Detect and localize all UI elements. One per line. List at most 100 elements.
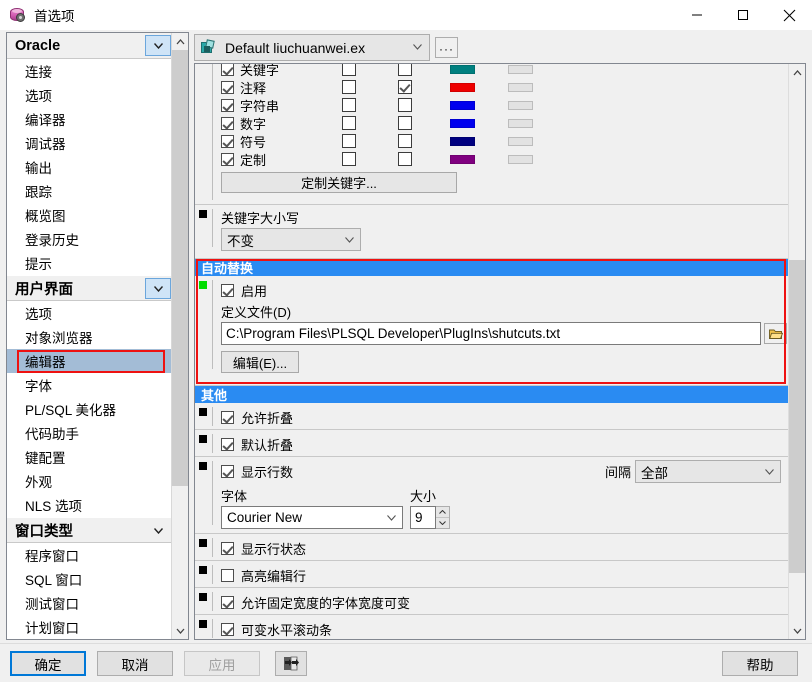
tree-group-chevron-down-icon[interactable] bbox=[145, 520, 171, 541]
syntax-enabled-checkbox[interactable] bbox=[221, 116, 234, 130]
other-option-checkbox[interactable] bbox=[221, 623, 234, 636]
syntax-background-swatch[interactable] bbox=[507, 136, 533, 146]
syntax-label: 关键字 bbox=[240, 63, 280, 78]
stepper-down-icon[interactable] bbox=[436, 518, 449, 528]
sidebar-item-label: 键配置 bbox=[25, 451, 66, 466]
help-button[interactable]: 帮助 bbox=[722, 651, 798, 676]
font-select[interactable]: Courier New bbox=[221, 506, 403, 529]
stepper-up-icon[interactable] bbox=[436, 507, 449, 518]
sidebar-item-3[interactable]: 编辑器 bbox=[7, 349, 173, 373]
syntax-enabled-checkbox[interactable] bbox=[221, 64, 234, 76]
cancel-button[interactable]: 取消 bbox=[97, 651, 173, 676]
tree-scroll-thumb[interactable] bbox=[172, 50, 188, 486]
size-input[interactable]: 9 bbox=[410, 506, 436, 529]
sidebar-item-5[interactable]: PL/SQL 美化器 bbox=[7, 397, 173, 421]
sidebar-item-3[interactable]: 测试窗口 bbox=[7, 591, 173, 615]
syntax-bold-checkbox[interactable] bbox=[342, 98, 356, 112]
syntax-italic-checkbox[interactable] bbox=[398, 152, 412, 166]
other-option-checkbox[interactable] bbox=[221, 411, 234, 424]
syntax-foreground-swatch[interactable] bbox=[449, 118, 475, 128]
syntax-foreground-swatch[interactable] bbox=[449, 82, 475, 92]
sidebar-item-1[interactable]: 连接 bbox=[7, 59, 173, 83]
sidebar-item-8[interactable]: 外观 bbox=[7, 469, 173, 493]
options-scroll-down-icon[interactable] bbox=[789, 622, 805, 639]
profile-combobox[interactable]: Default liuchuanwei.ex bbox=[194, 34, 430, 61]
syntax-italic-checkbox[interactable] bbox=[398, 64, 412, 76]
syntax-italic-checkbox[interactable] bbox=[398, 98, 412, 112]
sidebar-item-2[interactable]: 对象浏览器 bbox=[7, 325, 173, 349]
tree-group-chevron-down-icon[interactable] bbox=[145, 35, 171, 56]
other-option-checkbox[interactable] bbox=[221, 569, 234, 582]
syntax-background-swatch[interactable] bbox=[507, 154, 533, 164]
syntax-background-swatch[interactable] bbox=[507, 64, 533, 74]
syntax-bold-checkbox[interactable] bbox=[342, 134, 356, 148]
sidebar-item-9[interactable]: NLS 选项 bbox=[7, 493, 173, 517]
edit-definition-button[interactable]: 编辑(E)... bbox=[221, 351, 299, 373]
other-option-checkbox[interactable] bbox=[221, 542, 234, 555]
sidebar-item-label: 连接 bbox=[25, 65, 52, 80]
profile-more-button[interactable]: ··· bbox=[435, 37, 458, 58]
syntax-enabled-checkbox[interactable] bbox=[221, 98, 234, 112]
other-option-checkbox[interactable] bbox=[221, 596, 234, 609]
tree-group-chevron-down-icon[interactable] bbox=[145, 278, 171, 299]
sidebar-item-2[interactable]: SQL 窗口 bbox=[7, 567, 173, 591]
sidebar-item-8[interactable]: 登录历史 bbox=[7, 227, 173, 251]
browse-file-button[interactable] bbox=[764, 323, 787, 344]
sidebar-item-4[interactable]: 字体 bbox=[7, 373, 173, 397]
options-scrollbar[interactable] bbox=[788, 64, 805, 639]
syntax-foreground-swatch[interactable] bbox=[449, 154, 475, 164]
syntax-enabled-checkbox[interactable] bbox=[221, 152, 234, 166]
syntax-background-swatch[interactable] bbox=[507, 100, 533, 110]
syntax-enabled-checkbox[interactable] bbox=[221, 134, 234, 148]
syntax-bold-checkbox[interactable] bbox=[342, 152, 356, 166]
options-scroll-up-icon[interactable] bbox=[789, 64, 805, 81]
import-export-button[interactable] bbox=[275, 651, 307, 676]
syntax-foreground-swatch[interactable] bbox=[449, 64, 475, 74]
sidebar-item-6[interactable]: 代码助手 bbox=[7, 421, 173, 445]
syntax-bold-checkbox[interactable] bbox=[342, 64, 356, 76]
sidebar-item-3[interactable]: 编译器 bbox=[7, 107, 173, 131]
sidebar-item-9[interactable]: 提示 bbox=[7, 251, 173, 275]
sidebar-item-5[interactable]: 输出 bbox=[7, 155, 173, 179]
minimize-button[interactable] bbox=[674, 0, 720, 30]
tree-group-header[interactable]: 窗口类型 bbox=[7, 517, 173, 543]
custom-keywords-button[interactable]: 定制关键字... bbox=[221, 172, 457, 193]
sidebar-item-7[interactable]: 键配置 bbox=[7, 445, 173, 469]
syntax-bold-checkbox[interactable] bbox=[342, 80, 356, 94]
keyword-case-select[interactable]: 不变 bbox=[221, 228, 361, 251]
sidebar-item-6[interactable]: 跟踪 bbox=[7, 179, 173, 203]
syntax-enabled-checkbox[interactable] bbox=[221, 80, 234, 94]
apply-button[interactable]: 应用 bbox=[184, 651, 260, 676]
preferences-tree[interactable]: Oracle 连接 选项 编译器 调试器 输出 跟踪 概览图 登录历史 提示 用户界面 选项 对象浏览器… bbox=[6, 32, 189, 640]
maximize-button[interactable] bbox=[720, 0, 766, 30]
sidebar-item-2[interactable]: 选项 bbox=[7, 83, 173, 107]
sidebar-item-4[interactable]: 计划窗口 bbox=[7, 615, 173, 639]
syntax-italic-checkbox[interactable] bbox=[398, 134, 412, 148]
sidebar-item-1[interactable]: 程序窗口 bbox=[7, 543, 173, 567]
close-button[interactable] bbox=[766, 0, 812, 30]
tree-scroll-up-icon[interactable] bbox=[172, 33, 188, 50]
syntax-italic-checkbox[interactable] bbox=[398, 116, 412, 130]
syntax-bold-checkbox[interactable] bbox=[342, 116, 356, 130]
interval-select[interactable]: 全部 bbox=[635, 460, 781, 483]
syntax-italic-checkbox[interactable] bbox=[398, 80, 412, 94]
tree-group-header[interactable]: Oracle bbox=[7, 33, 173, 59]
tree-scroll-down-icon[interactable] bbox=[172, 622, 188, 639]
syntax-foreground-swatch[interactable] bbox=[449, 100, 475, 110]
tree-group-header[interactable]: 工具 bbox=[7, 639, 173, 640]
sidebar-item-4[interactable]: 调试器 bbox=[7, 131, 173, 155]
tree-group-header[interactable]: 用户界面 bbox=[7, 275, 173, 301]
sidebar-item-7[interactable]: 概览图 bbox=[7, 203, 173, 227]
other-option-checkbox[interactable] bbox=[221, 438, 234, 451]
auto-replace-enabled-checkbox[interactable] bbox=[221, 283, 234, 297]
definition-file-input[interactable]: C:\Program Files\PLSQL Developer\PlugIns… bbox=[221, 322, 761, 345]
syntax-foreground-swatch[interactable] bbox=[449, 136, 475, 146]
options-scroll-thumb[interactable] bbox=[789, 260, 805, 573]
ok-button[interactable]: 确定 bbox=[10, 651, 86, 676]
tree-scrollbar[interactable] bbox=[171, 33, 188, 639]
syntax-background-swatch[interactable] bbox=[507, 82, 533, 92]
syntax-background-swatch[interactable] bbox=[507, 118, 533, 128]
other-option-checkbox[interactable] bbox=[221, 465, 234, 478]
size-stepper[interactable] bbox=[436, 506, 450, 529]
sidebar-item-1[interactable]: 选项 bbox=[7, 301, 173, 325]
